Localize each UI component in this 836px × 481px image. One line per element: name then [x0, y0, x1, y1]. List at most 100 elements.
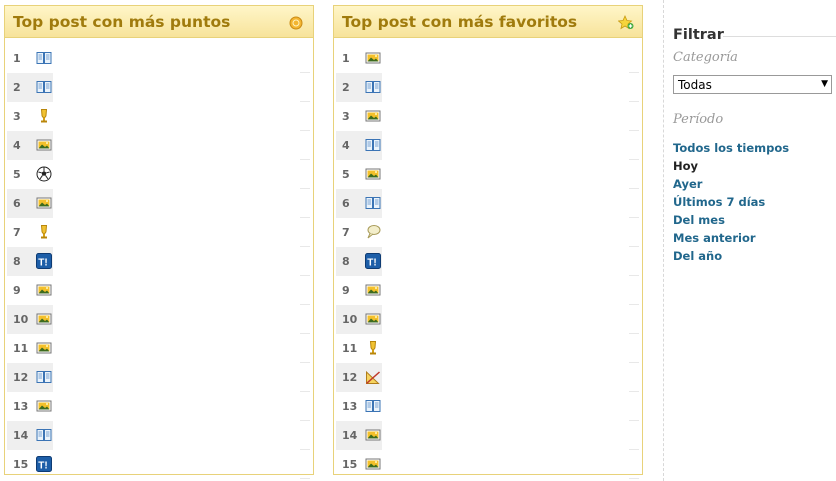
post-rank: 15	[13, 458, 29, 471]
trophy-icon	[365, 340, 381, 356]
post-row[interactable]: 4	[5, 131, 313, 160]
post-row[interactable]: 11	[334, 334, 642, 363]
post-rank: 2	[13, 81, 21, 94]
top-points-panel: Top post con más puntos 1 2 3 4 5 6 7 8 T! 9 10 11 1…	[4, 5, 314, 479]
image-icon	[365, 50, 381, 66]
post-row[interactable]: 12	[334, 363, 642, 392]
post-rank: 9	[13, 284, 21, 297]
post-rank: 7	[342, 226, 350, 239]
filter-title-rule	[723, 36, 836, 37]
trophy-icon	[36, 224, 52, 240]
post-row[interactable]: 12	[5, 363, 313, 392]
star-add-icon	[617, 15, 634, 30]
post-rank: 5	[13, 168, 21, 181]
post-rank: 12	[342, 371, 358, 384]
period-link-all-time[interactable]: Todos los tiempos	[673, 139, 789, 157]
chat-bubble-icon	[365, 224, 381, 240]
period-link-previous-month[interactable]: Mes anterior	[673, 229, 789, 247]
book-icon	[36, 50, 52, 66]
post-rank: 6	[13, 197, 21, 210]
post-rank: 11	[342, 342, 358, 355]
period-link-month[interactable]: Del mes	[673, 211, 789, 229]
post-row[interactable]: 8 T!	[5, 247, 313, 276]
trophy-icon	[36, 108, 52, 124]
image-icon	[365, 166, 381, 182]
book-icon	[36, 79, 52, 95]
category-select[interactable]: Todas ▼	[673, 75, 832, 94]
period-link-last-7-days[interactable]: Últimos 7 días	[673, 193, 789, 211]
post-rank: 10	[342, 313, 358, 326]
image-icon	[365, 427, 381, 443]
post-row[interactable]: 5	[334, 160, 642, 189]
post-row[interactable]: 13	[5, 392, 313, 421]
post-row[interactable]: 3	[334, 102, 642, 131]
post-rank: 1	[13, 52, 21, 65]
book-icon	[365, 79, 381, 95]
panel-title: Top post con más favoritos	[342, 13, 578, 31]
book-icon	[365, 195, 381, 211]
image-icon	[36, 195, 52, 211]
coin-icon	[289, 15, 303, 30]
post-row[interactable]: 8 T!	[334, 247, 642, 276]
ruler-icon	[365, 369, 381, 385]
period-label: Período	[673, 112, 724, 127]
image-icon	[365, 311, 381, 327]
category-select-value: Todas	[678, 78, 712, 92]
post-row[interactable]: 4	[334, 131, 642, 160]
post-row[interactable]: 9	[334, 276, 642, 305]
image-icon	[36, 311, 52, 327]
row-separator	[300, 478, 310, 479]
book-icon	[36, 427, 52, 443]
post-row[interactable]: 11	[5, 334, 313, 363]
post-row[interactable]: 7	[5, 218, 313, 247]
post-list: 1 2 3 4 5 6 7 8 T! 9 10 11 12 13 14 15	[334, 44, 642, 479]
period-link-year[interactable]: Del año	[673, 247, 789, 265]
post-rank: 8	[342, 255, 350, 268]
post-rank: 4	[342, 139, 350, 152]
post-row[interactable]: 5	[5, 160, 313, 189]
top-favorites-panel: Top post con más favoritos 1 2 3 4 5 6 7 8 T! 9 10…	[333, 5, 643, 479]
image-icon	[36, 340, 52, 356]
post-rank: 2	[342, 81, 350, 94]
post-row[interactable]: 6	[5, 189, 313, 218]
post-row[interactable]: 10	[5, 305, 313, 334]
post-rank: 8	[13, 255, 21, 268]
image-icon	[365, 282, 381, 298]
filter-title: Filtrar	[673, 27, 724, 43]
image-icon	[36, 137, 52, 153]
svg-text:T!: T!	[367, 257, 376, 268]
taringa-icon: T!	[36, 456, 52, 472]
period-list: Todos los tiempos Hoy Ayer Últimos 7 día…	[673, 139, 789, 265]
post-row[interactable]: 1	[334, 44, 642, 73]
post-row[interactable]: 6	[334, 189, 642, 218]
post-row[interactable]: 7	[334, 218, 642, 247]
post-row[interactable]: 14	[334, 421, 642, 450]
post-rank: 5	[342, 168, 350, 181]
post-row[interactable]: 10	[334, 305, 642, 334]
chevron-down-icon: ▼	[821, 79, 828, 89]
post-row[interactable]: 9	[5, 276, 313, 305]
post-rank: 7	[13, 226, 21, 239]
post-row[interactable]: 14	[5, 421, 313, 450]
period-link-yesterday[interactable]: Ayer	[673, 175, 789, 193]
svg-text:T!: T!	[38, 460, 47, 471]
panel-title: Top post con más puntos	[13, 13, 231, 31]
book-icon	[36, 369, 52, 385]
post-rank: 12	[13, 371, 29, 384]
post-row[interactable]: 2	[334, 73, 642, 102]
post-rank: 15	[342, 458, 358, 471]
post-row[interactable]: 2	[5, 73, 313, 102]
post-rank: 1	[342, 52, 350, 65]
post-rank: 14	[342, 429, 358, 442]
post-row[interactable]: 15	[334, 450, 642, 479]
sidebar-divider	[663, 0, 664, 481]
panel-header: Top post con más puntos	[5, 6, 313, 38]
image-icon	[36, 282, 52, 298]
post-row[interactable]: 15 T!	[5, 450, 313, 479]
period-link-today[interactable]: Hoy	[673, 157, 789, 175]
post-rank: 13	[342, 400, 358, 413]
post-row[interactable]: 13	[334, 392, 642, 421]
post-row[interactable]: 3	[5, 102, 313, 131]
post-row[interactable]: 1	[5, 44, 313, 73]
image-icon	[36, 398, 52, 414]
